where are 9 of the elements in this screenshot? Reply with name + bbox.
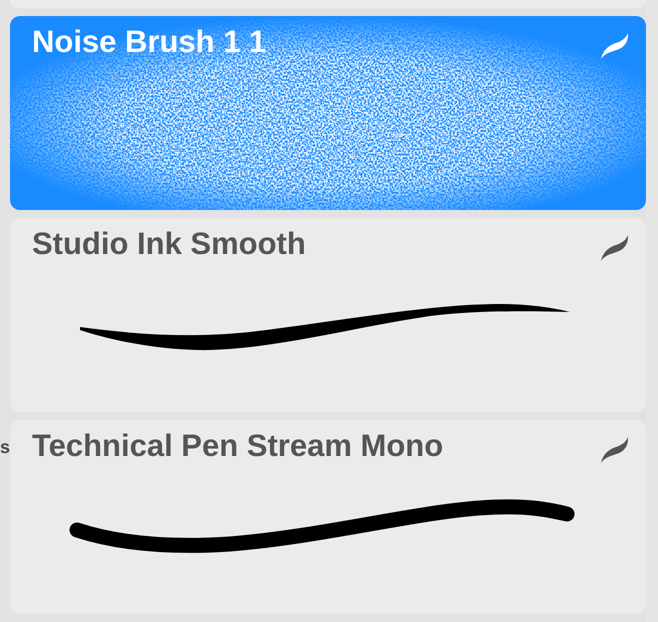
brush-icon — [600, 33, 628, 59]
brush-icon — [600, 437, 628, 463]
brush-icon — [600, 235, 628, 261]
brush-card[interactable]: Technical Pen Stream Mono — [10, 420, 646, 614]
sidebar-label: s — [0, 436, 10, 458]
brush-card[interactable]: Studio Ink Smooth — [10, 218, 646, 412]
brush-name: Noise Brush 1 1 — [32, 24, 266, 60]
brush-name: Studio Ink Smooth — [32, 226, 306, 262]
brush-name: Technical Pen Stream Mono — [32, 428, 444, 464]
